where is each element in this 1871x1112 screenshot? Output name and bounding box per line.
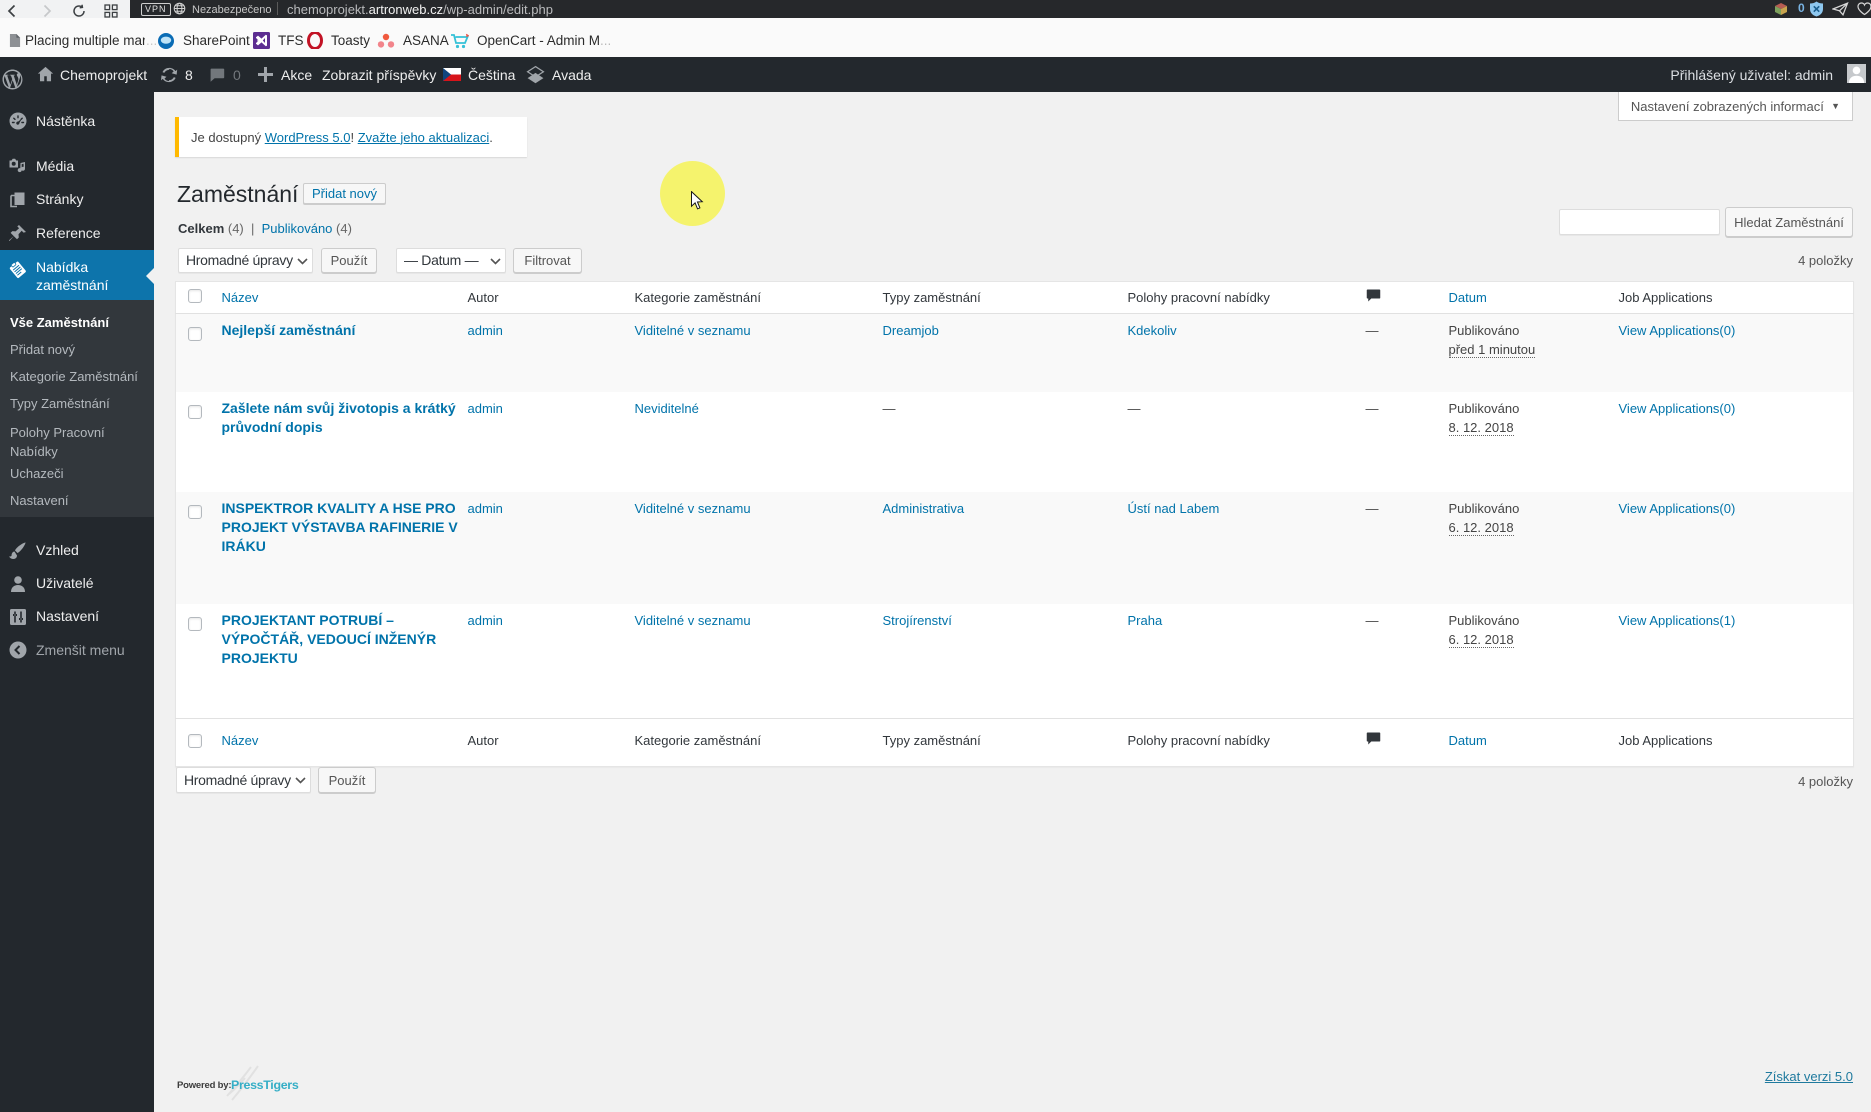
svg-text:PressTigers: PressTigers	[231, 1078, 299, 1092]
